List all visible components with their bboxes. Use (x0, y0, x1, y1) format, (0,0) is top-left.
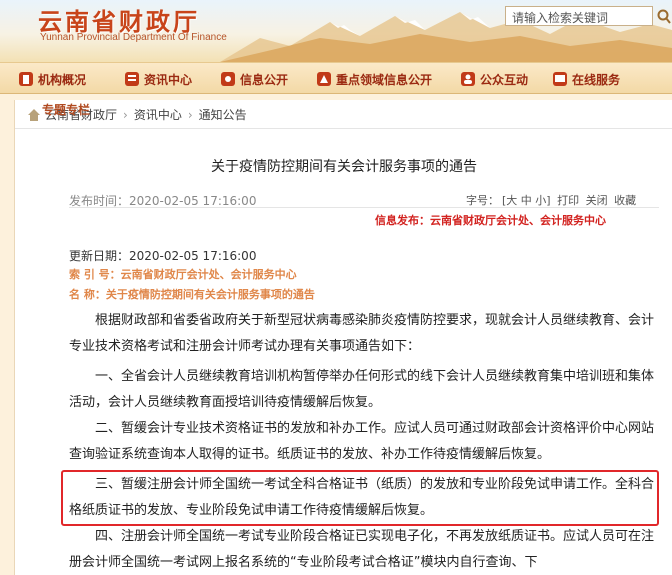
paragraph-1: 一、全省会计人员继续教育培训机构暂停举办任何形式的线下会计人员继续教育集中培训班… (69, 369, 655, 410)
document-name: 名 称：关于疫情防控期间有关会计服务事项的通告 (69, 288, 315, 301)
meta-divider (69, 207, 659, 208)
favorite-link[interactable]: 收藏 (614, 194, 636, 207)
header-banner: 云南省财政厅 Yunnan Provincial Department Of F… (0, 0, 672, 62)
nav-item-key-info[interactable]: 重点领域信息公开 (316, 68, 432, 90)
content-panel: 云南省财政厅 › 资讯中心 › 通知公告 关于疫情防控期间有关会计服务事项的通告… (14, 100, 672, 575)
close-link[interactable]: 关闭 (586, 194, 608, 207)
info-icon (221, 72, 235, 86)
print-link[interactable]: 打印 (557, 194, 579, 207)
article-title: 关于疫情防控期间有关会计服务事项的通告 (211, 159, 477, 175)
people-icon (461, 72, 475, 86)
highlight-annotation (61, 470, 659, 526)
font-size-options[interactable]: [大 中 小] (502, 194, 551, 207)
nav-item-news[interactable]: 资讯中心 (124, 68, 192, 90)
nav-item-public[interactable]: 公众互动 (460, 68, 528, 90)
service-icon (553, 72, 567, 86)
nav-label: 机构概况 (38, 72, 87, 87)
article-tools: 字号： [大 中 小] 打印 关闭 收藏 (463, 192, 636, 208)
index-number: 索 引 号：云南省财政厅会计处、会计服务中心 (69, 268, 297, 281)
nav-label: 公众互动 (480, 72, 529, 87)
news-icon (125, 72, 139, 86)
update-date: 更新日期：2020-02-05 17:16:00 (69, 249, 257, 263)
search-icon[interactable] (656, 5, 672, 27)
nav-item-info[interactable]: 信息公开 (220, 68, 288, 90)
breadcrumb-news[interactable]: 资讯中心 (134, 106, 182, 123)
font-size-label: 字号： (466, 194, 499, 207)
main-nav: 机构概况 资讯中心 信息公开 重点领域信息公开 公众互动 在线服务 (0, 62, 672, 94)
home-icon (28, 108, 40, 121)
nav-label: 在线服务 (572, 72, 621, 87)
nav-label: 信息公开 (240, 72, 289, 87)
breadcrumb-separator: › (187, 107, 193, 122)
sidebar-tab-special[interactable]: 专题专栏 (42, 101, 90, 118)
paragraph-intro: 根据财政部和省委省政府关于新型冠状病毒感染肺炎疫情防控要求，现就会计人员继续教育… (69, 313, 655, 354)
nav-label: 重点领域信息公开 (336, 72, 433, 87)
paragraph-2: 二、暂缓会计专业技术资格证书的发放和补办工作。应试人员可通过财政部会计资格评价中… (69, 421, 655, 462)
site-subtitle: Yunnan Provincial Department Of Finance (40, 32, 227, 43)
building-icon (19, 72, 33, 86)
info-source: 信息发布：云南省财政厅会计处、会计服务中心 (375, 214, 606, 227)
breadcrumb-notice[interactable]: 通知公告 (199, 106, 247, 123)
breadcrumb-divider (15, 128, 672, 129)
nav-label: 资讯中心 (144, 72, 193, 87)
nav-item-service[interactable]: 在线服务 (552, 68, 620, 90)
search-input[interactable]: 请输入检索关键词 (505, 6, 653, 26)
paragraph-4: 四、注册会计师全国统一考试专业阶段合格证已实现电子化，不再发放纸质证书。应试人员… (69, 529, 655, 570)
breadcrumb-separator: › (123, 107, 128, 122)
key-info-icon (317, 72, 331, 86)
nav-item-org[interactable]: 机构概况 (18, 68, 86, 90)
